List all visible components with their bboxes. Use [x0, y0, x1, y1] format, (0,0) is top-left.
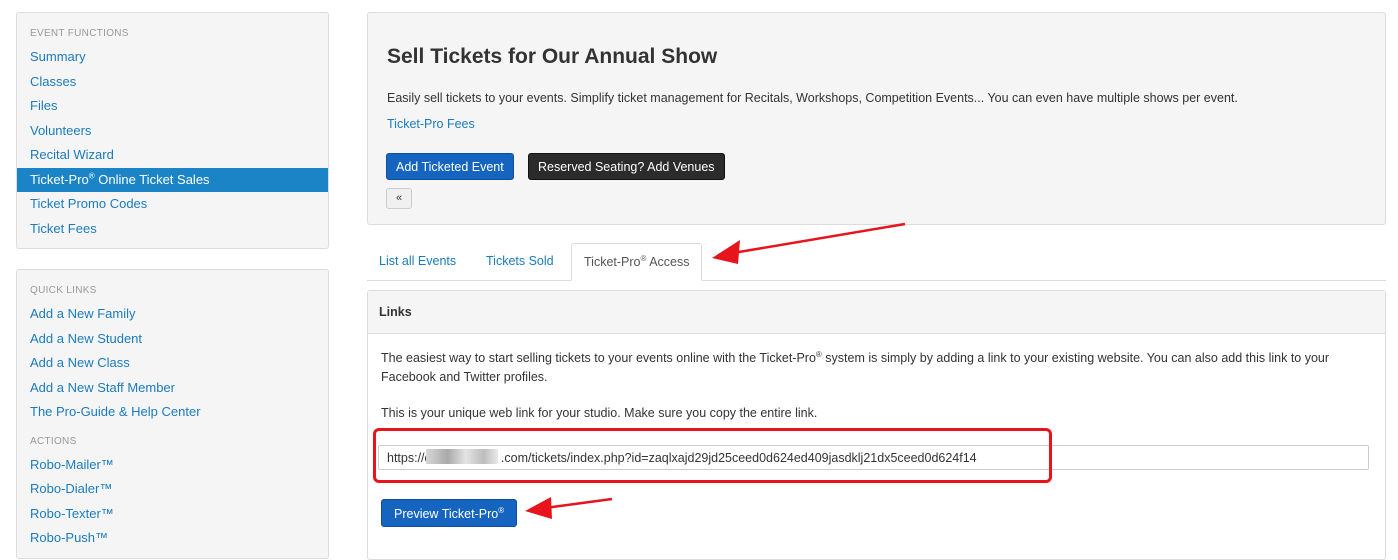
event-functions-heading: EVENT FUNCTIONS	[30, 28, 129, 39]
action-robo-push[interactable]: Robo-Push™	[17, 526, 328, 551]
sidebar-item-label: Ticket-Pro	[30, 171, 89, 187]
quick-link-add-staff[interactable]: Add a New Staff Member	[17, 376, 328, 401]
tab-label-suffix: Access	[646, 255, 690, 269]
tab-tickets-sold[interactable]: Tickets Sold	[486, 243, 554, 280]
sidebar-item-volunteers[interactable]: Volunteers	[17, 119, 328, 144]
quick-link-add-family[interactable]: Add a New Family	[17, 302, 328, 327]
add-ticketed-event-button[interactable]: Add Ticketed Event	[386, 153, 514, 180]
preview-label: Preview Ticket-Pro	[394, 507, 499, 521]
sidebar-item-label-suffix: Online Ticket Sales	[94, 171, 210, 187]
links-card: Links The easiest way to start selling t…	[367, 290, 1386, 560]
event-functions-panel: EVENT FUNCTIONS Summary Classes Files Vo…	[16, 12, 329, 249]
quick-link-add-class[interactable]: Add a New Class	[17, 351, 328, 376]
action-robo-mailer[interactable]: Robo-Mailer™	[17, 453, 328, 478]
preview-ticket-pro-button[interactable]: Preview Ticket-Pro®	[381, 499, 518, 527]
back-icon[interactable]: «	[386, 188, 412, 209]
quick-link-add-student[interactable]: Add a New Student	[17, 327, 328, 352]
page-title: Sell Tickets for Our Annual Show	[387, 45, 718, 68]
quick-links-heading: QUICK LINKS	[30, 285, 97, 296]
links-intro-text: The easiest way to start selling tickets…	[381, 349, 1371, 387]
tab-list-all-events[interactable]: List all Events	[379, 243, 456, 280]
quick-link-help-center[interactable]: The Pro-Guide & Help Center	[17, 400, 328, 425]
sidebar-item-ticket-fees[interactable]: Ticket Fees	[17, 217, 328, 242]
tab-ticket-pro-access[interactable]: Ticket-Pro® Access	[571, 243, 703, 281]
sidebar-item-summary[interactable]: Summary	[17, 45, 328, 70]
sidebar-item-ticket-pro-online-sales[interactable]: Ticket-Pro® Online Ticket Sales	[17, 167, 328, 192]
registered-mark: ®	[498, 505, 505, 515]
actions-heading: ACTIONS	[30, 435, 77, 447]
tab-label: Ticket-Pro	[584, 255, 641, 269]
sidebar-item-classes[interactable]: Classes	[17, 70, 328, 95]
action-robo-texter[interactable]: Robo-Texter™	[17, 502, 328, 527]
links-heading: Links	[368, 291, 1385, 334]
sidebar-item-ticket-promo-codes[interactable]: Ticket Promo Codes	[17, 192, 328, 217]
page-description: Easily sell tickets to your events. Simp…	[387, 91, 1238, 105]
sidebar-item-recital-wizard[interactable]: Recital Wizard	[17, 143, 328, 168]
annotation-highlight-box	[373, 428, 1052, 483]
ticket-pro-fees-link[interactable]: Ticket-Pro Fees	[387, 117, 475, 131]
header-card: Sell Tickets for Our Annual Show Easily …	[367, 12, 1386, 225]
intro-text-a: The easiest way to start selling tickets…	[381, 351, 816, 365]
action-robo-dialer[interactable]: Robo-Dialer™	[17, 477, 328, 502]
add-venues-button[interactable]: Reserved Seating? Add Venues	[528, 153, 725, 180]
unique-link-text: This is your unique web link for your st…	[381, 406, 818, 420]
tab-bar: List all Events Tickets Sold Ticket-Pro®…	[367, 243, 1386, 281]
quick-links-panel: QUICK LINKS Add a New Family Add a New S…	[16, 269, 329, 559]
sidebar-item-files[interactable]: Files	[17, 94, 328, 119]
